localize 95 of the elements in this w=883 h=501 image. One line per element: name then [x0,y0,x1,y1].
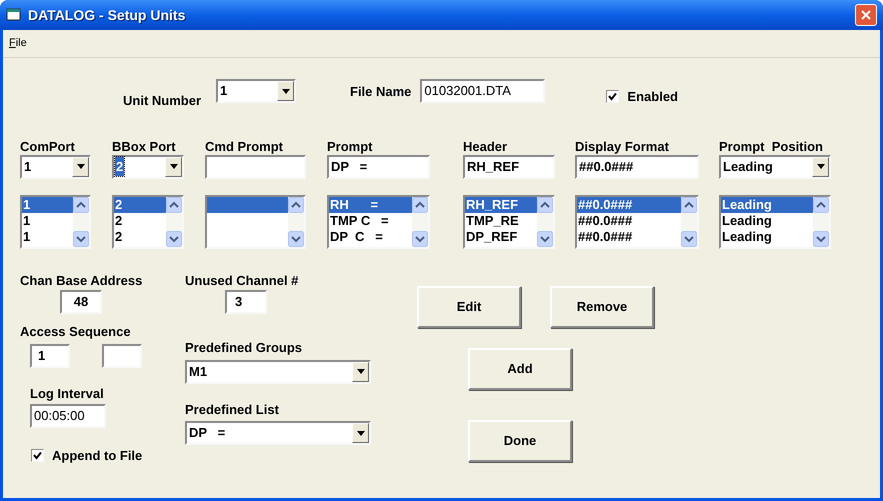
scroll-down-icon[interactable] [288,230,304,246]
dropdown-button[interactable] [277,81,294,101]
list-item[interactable]: DP_REF [465,228,537,244]
column-label: Prompt [327,138,374,154]
column-label: Display Format [575,138,670,154]
list-item[interactable]: ##0.0### [577,228,681,244]
dropdown-field[interactable]: DP = [185,421,371,445]
field-label: Predefined Groups [185,339,304,357]
caret-icon [170,164,178,169]
action-button[interactable]: Done [468,420,572,462]
caret-icon [76,164,84,169]
scroll-down-icon[interactable] [813,230,829,246]
checkbox[interactable] [606,90,620,104]
dropdown-field[interactable]: 2 [112,154,184,178]
text-field[interactable]: RH_REF [463,154,555,178]
list-item[interactable]: TMP C = [329,212,412,228]
dropdown-field[interactable]: 1 [20,154,91,178]
text-field[interactable]: 00:05:00 [30,404,106,428]
dropdown-button[interactable] [72,156,89,176]
list-item[interactable]: 1 [22,196,73,212]
field-label: Predefined List [185,400,280,418]
close-icon [861,10,871,20]
text-field[interactable]: DP = [327,154,430,178]
column-label: Header [463,138,508,154]
field-label: File Name [350,83,412,101]
scroll-down-icon[interactable] [412,230,428,246]
window-title: DATALOG - Setup Units [28,6,186,25]
scroll-up-icon[interactable] [412,196,428,212]
list-item[interactable]: DP C = [329,228,412,244]
list-item[interactable]: 2 [114,212,166,228]
dropdown-button[interactable] [165,156,182,176]
scroll-up-icon[interactable] [288,196,304,212]
field-label: Chan Base Address [20,272,144,290]
text-field[interactable] [205,154,306,178]
text-field[interactable] [102,344,142,368]
window-icon [6,8,22,22]
caret-icon [356,369,364,374]
scroll-down-icon[interactable] [73,230,89,246]
action-button[interactable]: Edit [417,286,521,328]
text-field[interactable]: 01032001.DTA [420,79,546,103]
text-field[interactable]: 48 [60,290,102,314]
text-field[interactable]: 1 [30,344,70,368]
list-item[interactable]: TMP_RE [465,212,537,228]
text-field[interactable]: ##0.0### [575,154,699,178]
field-label: Unused Channel # [185,272,300,290]
checkbox[interactable] [31,449,44,462]
dropdown-field[interactable]: 1 [216,79,296,103]
text-field[interactable]: 3 [225,290,267,314]
list-item[interactable]: ##0.0### [577,212,681,228]
field-label: Unit Number [123,92,201,110]
action-button[interactable]: Remove [550,286,654,328]
list-item[interactable]: Leading [721,228,813,244]
list-item[interactable]: ##0.0### [577,196,681,212]
scroll-up-icon[interactable] [166,196,182,212]
column-label: Prompt Position [719,138,824,154]
list-box[interactable]: RH_REF TMP_RE DP_REF [463,194,555,248]
column-label: ComPort [20,138,76,154]
list-item[interactable]: Leading [721,212,813,228]
caret-icon [356,430,364,436]
field-label: Log Interval [30,384,105,403]
scroll-down-icon[interactable] [537,230,553,246]
caret-icon [816,164,824,169]
scroll-up-icon[interactable] [813,196,829,212]
action-button[interactable]: Add [468,348,572,390]
list-item[interactable]: 1 [22,228,73,244]
menu-item[interactable]: File [9,35,27,52]
scroll-down-icon[interactable] [166,230,182,246]
list-item[interactable]: Leading [721,196,813,212]
dropdown-button[interactable] [352,362,369,382]
scroll-up-icon[interactable] [681,196,697,212]
list-box[interactable]: RH = TMP C = DP C = [327,194,430,248]
list-item[interactable]: RH_REF [465,196,537,212]
list-box[interactable]: ##0.0### ##0.0### ##0.0### [575,194,699,248]
dropdown-field[interactable]: M1 [185,360,371,384]
caret-icon [282,88,290,94]
list-item[interactable]: RH = [329,196,412,212]
list-box[interactable]: 1 1 1 [20,194,91,248]
list-item[interactable]: 1 [22,212,73,228]
list-box[interactable]: Leading Leading Leading [719,194,831,248]
dropdown-field[interactable]: Leading [719,154,831,178]
list-item[interactable]: 2 [114,228,166,244]
dropdown-button[interactable] [812,156,829,176]
scroll-down-icon[interactable] [681,230,697,246]
column-label: BBox Port [112,138,177,154]
dropdown-button[interactable] [352,423,369,443]
checkbox-label: Enabled [627,88,678,106]
scroll-up-icon[interactable] [73,196,89,212]
checkbox-label: Append to File [52,447,142,465]
close-button[interactable] [855,4,877,26]
scroll-up-icon[interactable] [537,196,553,212]
list-box[interactable] [205,194,306,248]
list-item[interactable]: 2 [114,196,166,212]
field-label: Access Sequence [20,323,132,341]
column-label: Cmd Prompt [205,138,284,154]
list-box[interactable]: 2 2 2 [112,194,184,248]
